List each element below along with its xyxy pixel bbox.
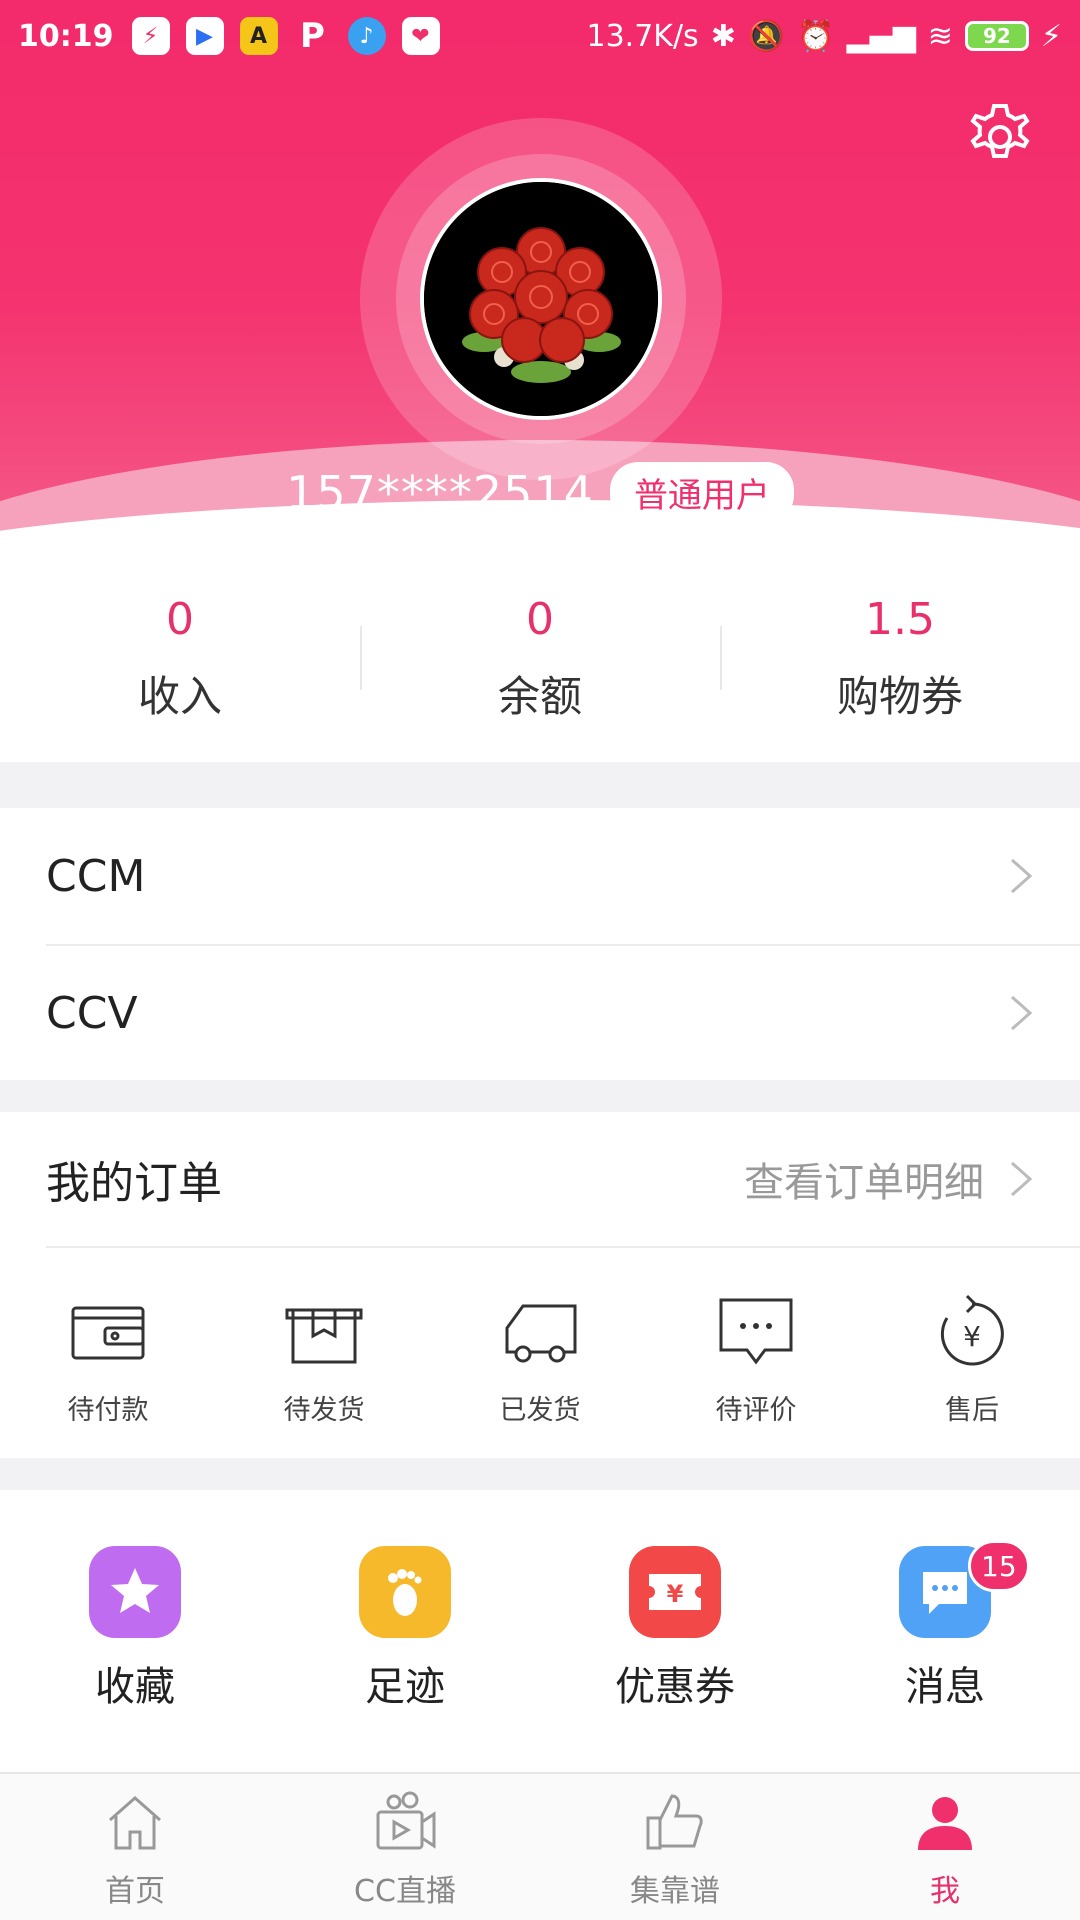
- rose-bouquet-image: [424, 182, 658, 416]
- order-status-label: 待发货: [283, 1395, 365, 1426]
- my-orders-header: 我的订单 查看订单明细: [0, 1112, 1080, 1246]
- tab-jikaopu[interactable]: 集靠谱: [540, 1774, 810, 1920]
- section-gap: [0, 762, 1080, 808]
- order-after-sale[interactable]: ¥ 售后: [864, 1248, 1080, 1458]
- menu-item-label: CCM: [46, 850, 146, 902]
- p-app-icon: P: [300, 16, 325, 56]
- tab-cc-live[interactable]: CC直播: [270, 1774, 540, 1920]
- stat-value: 1.5: [865, 594, 935, 645]
- truck-icon: [505, 1304, 577, 1363]
- quick-favorites[interactable]: 收藏: [0, 1490, 270, 1760]
- wifi-icon: ≋: [927, 18, 953, 54]
- mute-icon: 🔕: [747, 18, 786, 54]
- tab-me[interactable]: 我: [810, 1774, 1080, 1920]
- order-status-label: 待付款: [67, 1395, 149, 1426]
- stat-income[interactable]: 0 收入: [0, 556, 360, 762]
- order-pending-payment[interactable]: 待付款: [0, 1248, 216, 1458]
- bluetooth-icon: ✱: [710, 18, 736, 54]
- after-sale-icon: ¥: [940, 1294, 1004, 1366]
- view-order-details-link[interactable]: 查看订单明细: [744, 1150, 1036, 1208]
- thumbs-up-icon: [646, 1794, 703, 1850]
- youku-app-icon: ▶: [185, 17, 224, 55]
- quick-actions: 收藏 足迹 ¥ 优惠券 消息: [0, 1490, 1080, 1760]
- quick-label: 优惠券: [615, 1664, 735, 1710]
- music-app-icon: ♪: [347, 17, 386, 55]
- coupon-icon: ¥: [629, 1546, 721, 1638]
- network-speed: 13.7K/s: [586, 18, 699, 54]
- taxi-app-icon: A: [239, 17, 278, 55]
- star-icon: [89, 1546, 181, 1638]
- quick-label: 消息: [905, 1664, 985, 1710]
- orders-link-label: 查看订单明细: [744, 1160, 984, 1206]
- profile-icon: [918, 1797, 972, 1850]
- wallet-icon: [71, 1306, 145, 1360]
- menu-item-label: CCV: [46, 987, 138, 1039]
- account-stats: 0 收入 0 余额 1.5 购物券: [0, 556, 1080, 762]
- shield-app-icon: ⚡: [131, 17, 170, 55]
- alarm-icon: ⏰: [797, 18, 835, 54]
- chevron-right-icon: [1011, 995, 1033, 1031]
- menu-item-ccv[interactable]: CCV: [0, 946, 1080, 1080]
- section-gap: [0, 1458, 1080, 1490]
- quick-label: 收藏: [95, 1664, 175, 1710]
- tab-label: 集靠谱: [630, 1874, 720, 1909]
- avatar[interactable]: [420, 178, 662, 420]
- chevron-right-icon: [1011, 1161, 1033, 1197]
- quick-label: 足迹: [365, 1664, 445, 1710]
- user-phone: 157****2514: [286, 465, 594, 520]
- tab-label: 我: [930, 1874, 960, 1909]
- settings-gear-icon[interactable]: [962, 100, 1038, 176]
- charging-icon: ⚡: [1040, 18, 1062, 54]
- stat-label: 余额: [497, 672, 582, 721]
- quick-coupons[interactable]: ¥ 优惠券: [540, 1490, 810, 1760]
- quick-footprints[interactable]: 足迹: [270, 1490, 540, 1760]
- section-gap: [0, 1080, 1080, 1112]
- battery-icon: 92: [964, 21, 1029, 51]
- message-count-badge: 15: [968, 1540, 1030, 1592]
- stat-shopping-voucher[interactable]: 1.5 购物券: [720, 556, 1080, 762]
- live-camera-icon: [376, 1791, 436, 1850]
- orders-title: 我的订单: [46, 1158, 222, 1209]
- order-shipped[interactable]: 已发货: [432, 1248, 648, 1458]
- menu-item-ccm[interactable]: CCM: [0, 808, 1080, 944]
- order-status-label: 售后: [945, 1395, 999, 1426]
- order-status-shortcuts: 待付款 待发货 已发货 待评价 ¥ 售后: [0, 1248, 1080, 1458]
- heart-app-icon: ❤: [401, 17, 440, 55]
- tab-home[interactable]: 首页: [0, 1774, 270, 1920]
- user-info: 157****2514 普通用户: [0, 462, 1080, 523]
- order-pending-shipment[interactable]: 待发货: [216, 1248, 432, 1458]
- order-status-label: 待评价: [715, 1395, 797, 1426]
- status-bar: 10:19 ⚡ ▶ A P ♪ ❤ 13.7K/s ✱ 🔕 ⏰ ▂▄▆ ≋ 92…: [0, 0, 1080, 72]
- comment-icon: [719, 1298, 793, 1365]
- signal-icon: ▂▄▆: [846, 18, 916, 54]
- bottom-tab-bar: 首页 CC直播 集靠谱 我: [0, 1772, 1080, 1920]
- footprint-icon: [359, 1546, 451, 1638]
- package-icon: [285, 1308, 363, 1364]
- chevron-right-icon: [1011, 858, 1033, 894]
- tab-label: 首页: [105, 1874, 165, 1909]
- stat-balance[interactable]: 0 余额: [360, 556, 720, 762]
- svg-text:¥: ¥: [667, 1580, 684, 1608]
- stat-value: 0: [166, 594, 194, 645]
- quick-messages[interactable]: 消息: [810, 1490, 1080, 1760]
- stat-label: 收入: [137, 672, 222, 721]
- order-status-label: 已发货: [499, 1395, 581, 1426]
- home-icon: [109, 1796, 161, 1850]
- order-pending-review[interactable]: 待评价: [648, 1248, 864, 1458]
- stat-value: 0: [526, 594, 554, 645]
- svg-text:¥: ¥: [963, 1320, 981, 1353]
- stat-label: 购物券: [836, 672, 963, 721]
- user-level-badge: 普通用户: [609, 462, 794, 523]
- tab-label: CC直播: [354, 1874, 456, 1909]
- status-time: 10:19: [18, 18, 114, 54]
